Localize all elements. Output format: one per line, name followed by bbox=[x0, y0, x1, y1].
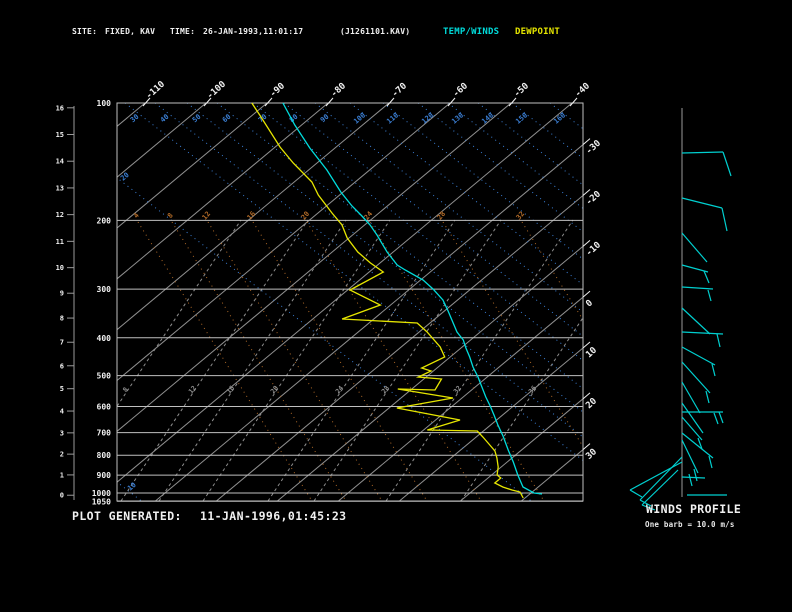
svg-text:1050: 1050 bbox=[92, 497, 111, 506]
svg-text:-110: -110 bbox=[144, 80, 167, 102]
svg-text:16: 16 bbox=[225, 384, 236, 395]
svg-text:13: 13 bbox=[56, 184, 64, 192]
svg-text:11: 11 bbox=[56, 238, 64, 246]
svg-text:90: 90 bbox=[319, 113, 331, 125]
svg-text:-90: -90 bbox=[268, 81, 287, 99]
svg-text:500: 500 bbox=[97, 372, 112, 381]
svg-text:800: 800 bbox=[97, 451, 112, 460]
svg-text:28: 28 bbox=[380, 384, 391, 395]
svg-text:600: 600 bbox=[97, 402, 112, 411]
plot-border bbox=[116, 102, 584, 502]
svg-text:900: 900 bbox=[97, 471, 112, 480]
svg-text:140: 140 bbox=[480, 111, 495, 125]
svg-text:120: 120 bbox=[420, 111, 435, 125]
legend-dewpoint: DEWPOINT bbox=[515, 27, 560, 37]
svg-text:130: 130 bbox=[450, 111, 465, 125]
svg-text:16: 16 bbox=[246, 210, 258, 222]
svg-text:4: 4 bbox=[132, 212, 141, 220]
svg-text:12: 12 bbox=[56, 211, 64, 219]
svg-text:-60: -60 bbox=[451, 81, 470, 99]
svg-text:8: 8 bbox=[166, 212, 175, 220]
svg-text:14: 14 bbox=[56, 158, 64, 166]
svg-text:1: 1 bbox=[60, 471, 64, 479]
svg-text:15: 15 bbox=[56, 131, 64, 139]
svg-text:30: 30 bbox=[584, 447, 599, 462]
svg-text:10: 10 bbox=[584, 346, 599, 361]
svg-text:32: 32 bbox=[452, 384, 463, 395]
svg-text:110: 110 bbox=[385, 111, 400, 125]
svg-text:100: 100 bbox=[97, 99, 112, 108]
svg-text:-70: -70 bbox=[390, 81, 409, 99]
site-value: FIXED, KAV bbox=[105, 27, 156, 36]
svg-text:300: 300 bbox=[97, 285, 112, 294]
svg-text:-40: -40 bbox=[573, 81, 592, 99]
svg-text:200: 200 bbox=[97, 216, 112, 225]
svg-text:4: 4 bbox=[60, 408, 64, 416]
svg-text:32: 32 bbox=[515, 210, 527, 222]
svg-text:2: 2 bbox=[60, 451, 64, 459]
time-label: TIME: bbox=[170, 27, 196, 36]
grid-lines bbox=[117, 103, 583, 501]
svg-text:5: 5 bbox=[60, 385, 64, 393]
plot-generated-value: 11-JAN-1996,01:45:23 bbox=[200, 509, 347, 523]
svg-text:40: 40 bbox=[159, 113, 171, 125]
svg-text:400: 400 bbox=[97, 334, 112, 343]
svg-text:24: 24 bbox=[334, 384, 345, 395]
svg-text:6: 6 bbox=[60, 362, 64, 370]
winds-profile-title: WINDS PROFILE bbox=[646, 502, 742, 516]
temperature-curve bbox=[282, 102, 543, 495]
time-value: 26-JAN-1993,11:01:17 bbox=[203, 27, 304, 36]
svg-text:3: 3 bbox=[60, 429, 64, 437]
svg-text:160: 160 bbox=[552, 111, 567, 125]
svg-text:24: 24 bbox=[363, 210, 375, 222]
file-ref: (J1261101.KAV) bbox=[340, 27, 411, 36]
axis-labels: 1002003004005006007008009001000105001234… bbox=[56, 80, 604, 507]
winds-profile-panel bbox=[629, 108, 732, 511]
svg-text:60: 60 bbox=[221, 113, 233, 125]
svg-text:28: 28 bbox=[436, 210, 448, 222]
winds-profile-caption: One barb = 10.0 m/s bbox=[645, 520, 735, 529]
svg-text:-50: -50 bbox=[512, 81, 531, 99]
svg-text:16: 16 bbox=[56, 104, 64, 112]
svg-text:20: 20 bbox=[269, 384, 280, 395]
plot-generated-label: PLOT GENERATED: bbox=[72, 509, 182, 523]
svg-text:0: 0 bbox=[584, 298, 595, 309]
svg-text:0: 0 bbox=[60, 492, 64, 500]
svg-text:10: 10 bbox=[56, 264, 64, 272]
svg-text:12: 12 bbox=[187, 384, 198, 395]
pressure-grid bbox=[117, 102, 583, 502]
svg-text:20: 20 bbox=[584, 396, 599, 411]
svg-text:9: 9 bbox=[60, 290, 64, 298]
legend-temp-winds: TEMP/WINDS bbox=[443, 27, 500, 37]
svg-text:150: 150 bbox=[514, 111, 529, 125]
skewt-app-window: 100 200 300 400 500 600 700 800 900 1000 1050 0 1 2 3 4… bbox=[0, 0, 792, 612]
svg-text:7: 7 bbox=[60, 339, 64, 347]
svg-text:12: 12 bbox=[201, 210, 213, 222]
site-label: SITE: bbox=[72, 27, 98, 36]
svg-text:700: 700 bbox=[97, 429, 112, 438]
svg-text:20: 20 bbox=[119, 171, 131, 183]
svg-text:-100: -100 bbox=[205, 80, 228, 102]
svg-text:-80: -80 bbox=[329, 81, 348, 99]
svg-text:8: 8 bbox=[60, 315, 64, 323]
